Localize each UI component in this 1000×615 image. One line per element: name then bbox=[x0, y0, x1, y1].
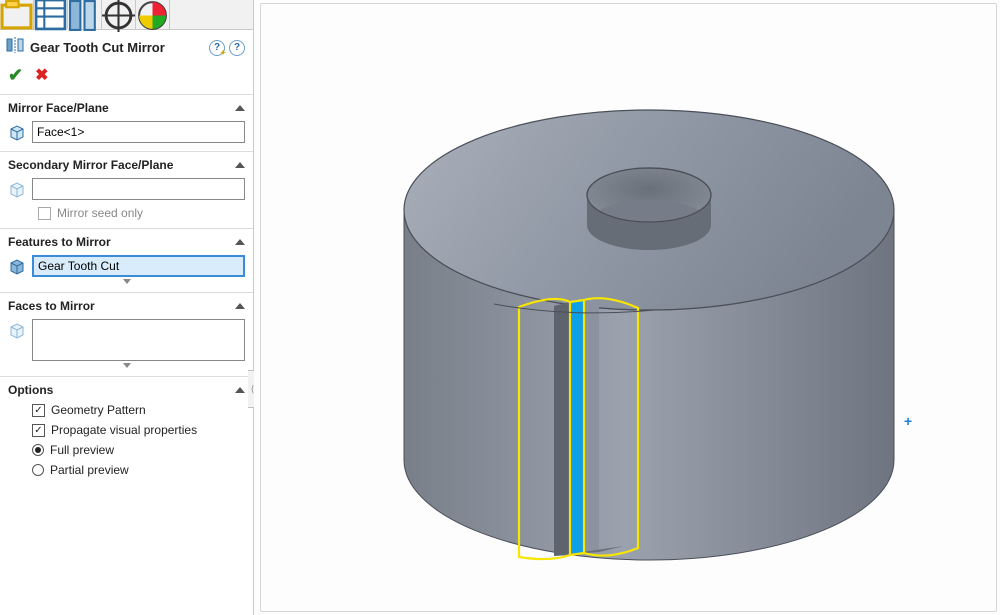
help-icons: ?✦ ? bbox=[209, 40, 245, 56]
face-select-icon bbox=[8, 123, 26, 141]
mirror-feature-icon bbox=[6, 36, 24, 59]
section-faces-to-mirror: Faces to Mirror bbox=[0, 293, 253, 377]
help-tip-icon[interactable]: ?✦ bbox=[209, 40, 225, 56]
propagate-visual-checkbox[interactable]: ✓ bbox=[32, 424, 45, 437]
feature-header: Gear Tooth Cut Mirror ?✦ ? bbox=[0, 30, 253, 63]
section-title: Secondary Mirror Face/Plane bbox=[8, 158, 173, 172]
property-manager-panel: Gear Tooth Cut Mirror ?✦ ? ✔ ✖ Mirror Fa… bbox=[0, 0, 254, 615]
list-item: Gear Tooth Cut bbox=[38, 259, 119, 273]
tab-configuration-manager[interactable] bbox=[68, 0, 102, 30]
geometry-pattern-checkbox[interactable]: ✓ bbox=[32, 404, 45, 417]
section-secondary-mirror: Secondary Mirror Face/Plane Mirror seed … bbox=[0, 152, 253, 229]
cancel-button[interactable]: ✖ bbox=[35, 65, 48, 86]
mirror-face-input[interactable] bbox=[32, 121, 245, 143]
face-select-icon bbox=[8, 180, 26, 198]
tab-feature-manager[interactable] bbox=[0, 0, 34, 30]
section-toggle-mirror-face[interactable]: Mirror Face/Plane bbox=[8, 101, 245, 115]
feature-select-icon bbox=[8, 257, 26, 275]
confirm-row: ✔ ✖ bbox=[0, 63, 253, 95]
section-title: Features to Mirror bbox=[8, 235, 111, 249]
section-toggle-options[interactable]: Options bbox=[8, 383, 245, 397]
partial-preview-radio[interactable] bbox=[32, 464, 44, 476]
section-mirror-face-plane: Mirror Face/Plane bbox=[0, 95, 253, 152]
propagate-visual-label: Propagate visual properties bbox=[51, 423, 197, 437]
expand-list-icon[interactable] bbox=[123, 279, 131, 284]
graphics-viewport[interactable]: + bbox=[254, 0, 1000, 615]
geometry-pattern-label: Geometry Pattern bbox=[51, 403, 146, 417]
section-toggle-features[interactable]: Features to Mirror bbox=[8, 235, 245, 249]
faces-to-mirror-list[interactable] bbox=[32, 319, 245, 361]
section-toggle-faces[interactable]: Faces to Mirror bbox=[8, 299, 245, 313]
features-to-mirror-list[interactable]: Gear Tooth Cut bbox=[32, 255, 245, 277]
chevron-up-icon bbox=[235, 239, 245, 245]
tab-display-manager[interactable] bbox=[136, 0, 170, 30]
full-preview-label: Full preview bbox=[50, 443, 114, 457]
face-select-icon bbox=[8, 321, 26, 339]
section-features-to-mirror: Features to Mirror Gear Tooth Cut bbox=[0, 229, 253, 293]
feature-title: Gear Tooth Cut Mirror bbox=[30, 40, 203, 55]
secondary-mirror-input[interactable] bbox=[32, 178, 245, 200]
tab-property-manager[interactable] bbox=[34, 0, 68, 30]
partial-preview-label: Partial preview bbox=[50, 463, 129, 477]
chevron-up-icon bbox=[235, 387, 245, 393]
help-icon[interactable]: ? bbox=[229, 40, 245, 56]
tab-dimxpert-manager[interactable] bbox=[102, 0, 136, 30]
mirror-seed-only-label: Mirror seed only bbox=[57, 206, 143, 220]
chevron-up-icon bbox=[235, 303, 245, 309]
expand-list-icon[interactable] bbox=[123, 363, 131, 368]
full-preview-radio[interactable] bbox=[32, 444, 44, 456]
section-title: Faces to Mirror bbox=[8, 299, 95, 313]
section-options: Options ✓ Geometry Pattern ✓ Propagate v… bbox=[0, 377, 253, 485]
section-title: Options bbox=[8, 383, 53, 397]
chevron-up-icon bbox=[235, 162, 245, 168]
model-render bbox=[254, 0, 1000, 615]
ok-button[interactable]: ✔ bbox=[8, 65, 23, 86]
manager-tabstrip bbox=[0, 0, 253, 30]
mirror-seed-only-checkbox[interactable] bbox=[38, 207, 51, 220]
section-toggle-secondary[interactable]: Secondary Mirror Face/Plane bbox=[8, 158, 245, 172]
origin-marker: + bbox=[904, 413, 912, 429]
chevron-up-icon bbox=[235, 105, 245, 111]
section-title: Mirror Face/Plane bbox=[8, 101, 109, 115]
